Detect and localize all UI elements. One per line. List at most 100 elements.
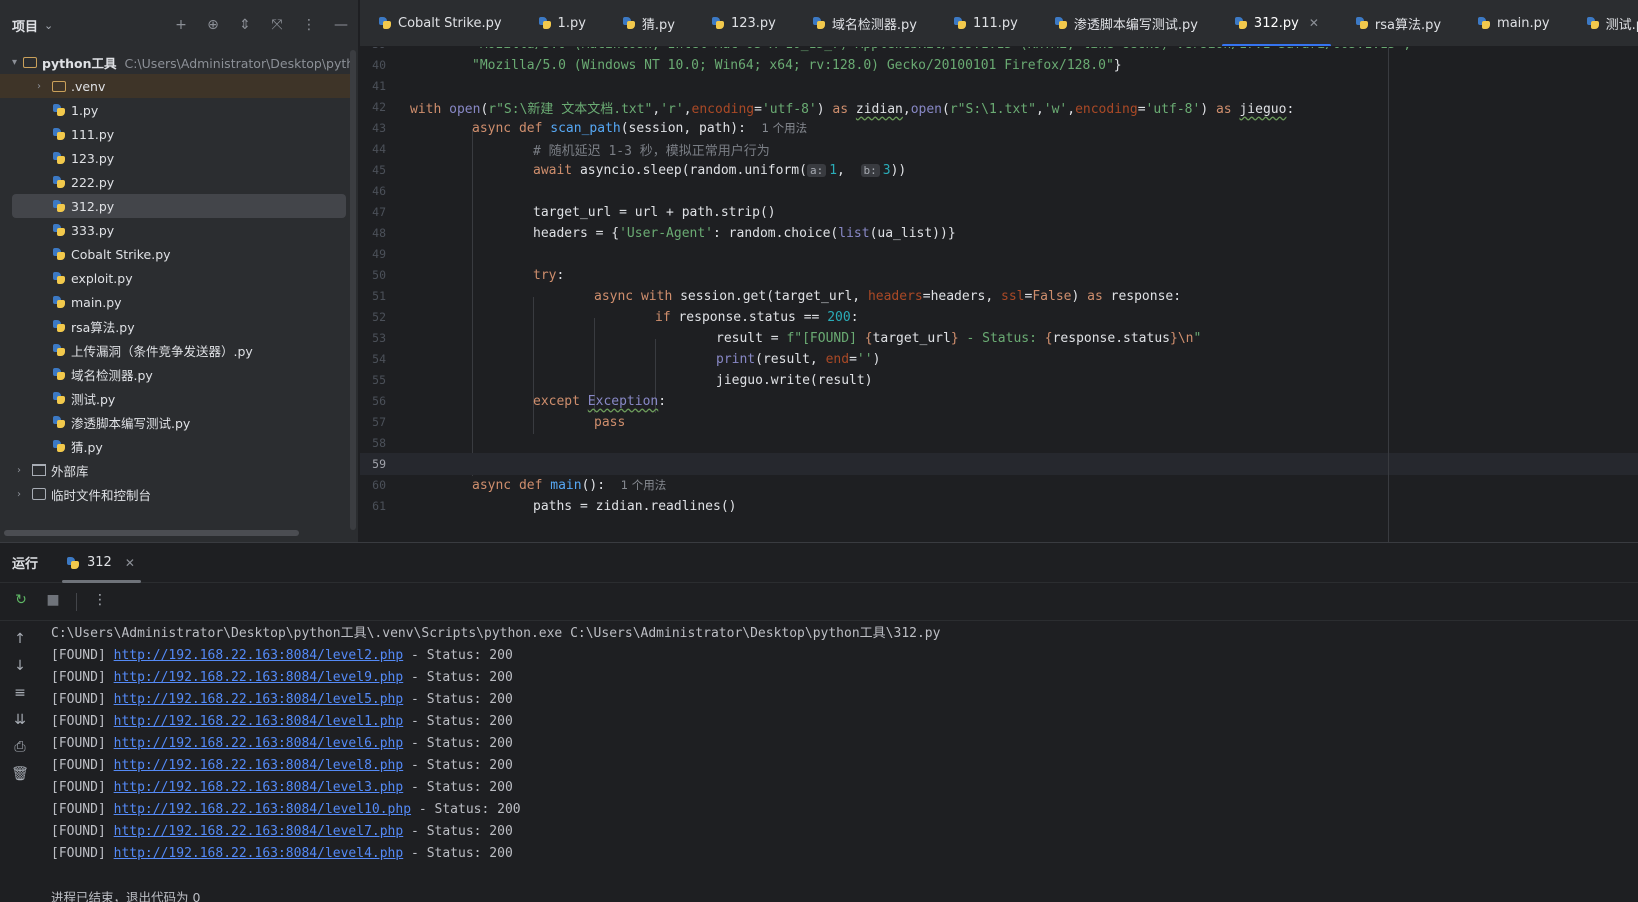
code-editor[interactable]: 39 "Mozilla/5.0 (Macintosh; Intel Mac OS … bbox=[360, 47, 1638, 542]
line-number[interactable]: 58 bbox=[360, 436, 386, 450]
tree-item-file[interactable]: main.py bbox=[0, 290, 350, 314]
chevron-right-icon[interactable]: › bbox=[12, 489, 26, 500]
line-number[interactable]: 59 bbox=[360, 457, 386, 471]
project-title[interactable]: 项目 bbox=[12, 16, 38, 35]
line-number[interactable]: 49 bbox=[360, 247, 386, 261]
code-line[interactable]: 46 bbox=[360, 180, 1638, 202]
line-number[interactable]: 56 bbox=[360, 394, 386, 408]
tree-item-venv[interactable]: › .venv bbox=[0, 74, 350, 98]
chevron-down-icon[interactable]: ⌄ bbox=[44, 19, 53, 32]
rerun-icon[interactable]: ↻ bbox=[12, 592, 30, 612]
tree-root[interactable]: ▾ python工具 C:\Users\Administrator\Deskto… bbox=[0, 50, 350, 74]
arrow-down-icon[interactable]: ↓ bbox=[11, 658, 29, 678]
expand-all-icon[interactable]: ⇕ bbox=[236, 16, 254, 34]
code-line[interactable]: 56 except Exception: bbox=[360, 390, 1638, 412]
found-url-link[interactable]: http://192.168.22.163:8084/level1.php bbox=[114, 714, 404, 729]
tab-run-312[interactable]: 312 ✕ bbox=[62, 543, 141, 583]
tab-rsa[interactable]: rsa算法.py bbox=[1337, 0, 1459, 46]
code-line[interactable]: 54 print(result, end='') bbox=[360, 348, 1638, 370]
tree-item-file[interactable]: exploit.py bbox=[0, 266, 350, 290]
tree-item-file[interactable]: 域名检测器.py bbox=[0, 362, 350, 386]
line-number[interactable]: 61 bbox=[360, 499, 386, 513]
line-number[interactable]: 39 bbox=[360, 47, 386, 51]
print-icon[interactable]: ⎙ bbox=[11, 739, 29, 759]
collapse-all-icon[interactable]: ⤧ bbox=[268, 16, 286, 34]
tree-item-file[interactable]: 猜.py bbox=[0, 434, 350, 458]
found-url-link[interactable]: http://192.168.22.163:8084/level5.php bbox=[114, 692, 404, 707]
tree-item-file[interactable]: Cobalt Strike.py bbox=[0, 242, 350, 266]
tree-item-file[interactable]: 测试.py bbox=[0, 386, 350, 410]
tab-cobalt-strike[interactable]: Cobalt Strike.py bbox=[360, 0, 520, 46]
tree-item-file[interactable]: 222.py bbox=[0, 170, 350, 194]
tab-111[interactable]: 111.py bbox=[935, 0, 1036, 46]
more-options-icon[interactable]: ⋮ bbox=[300, 16, 318, 34]
close-icon[interactable]: ✕ bbox=[1309, 16, 1319, 30]
tree-item-file[interactable]: 333.py bbox=[0, 218, 350, 242]
code-line[interactable]: 45 await asyncio.sleep(random.uniform(a: 1… bbox=[360, 159, 1638, 181]
line-number[interactable]: 60 bbox=[360, 478, 386, 492]
tree-item-scratches[interactable]: › 临时文件和控制台 bbox=[0, 482, 350, 506]
more-options-icon[interactable]: ⋮ bbox=[91, 592, 109, 612]
line-number[interactable]: 51 bbox=[360, 289, 386, 303]
found-url-link[interactable]: http://192.168.22.163:8084/level2.php bbox=[114, 648, 404, 663]
line-number[interactable]: 54 bbox=[360, 352, 386, 366]
tree-item-file[interactable]: rsa算法.py bbox=[0, 314, 350, 338]
tab-123[interactable]: 123.py bbox=[693, 0, 794, 46]
line-number[interactable]: 50 bbox=[360, 268, 386, 282]
line-number[interactable]: 42 bbox=[360, 100, 386, 114]
line-number[interactable]: 48 bbox=[360, 226, 386, 240]
found-url-link[interactable]: http://192.168.22.163:8084/level8.php bbox=[114, 758, 404, 773]
line-number[interactable]: 40 bbox=[360, 58, 386, 72]
chevron-down-icon[interactable]: ▾ bbox=[12, 57, 17, 68]
tab-test[interactable]: 测试.py bbox=[1568, 0, 1638, 46]
trash-icon[interactable]: 🗑 bbox=[11, 766, 29, 786]
stop-icon[interactable]: ■ bbox=[44, 592, 62, 612]
code-line[interactable]: 43 async def scan_path(session, path): 1 … bbox=[360, 117, 1638, 139]
horizontal-scrollbar[interactable] bbox=[4, 530, 299, 536]
line-number[interactable]: 43 bbox=[360, 121, 386, 135]
chevron-right-icon[interactable]: › bbox=[12, 465, 26, 476]
code-line[interactable]: 59 bbox=[360, 453, 1638, 475]
code-line[interactable]: 48 headers = {'User-Agent': random.choice… bbox=[360, 222, 1638, 244]
tree-item-file-selected[interactable]: 312.py bbox=[12, 194, 346, 218]
found-url-link[interactable]: http://192.168.22.163:8084/level7.php bbox=[114, 824, 404, 839]
line-number[interactable]: 45 bbox=[360, 163, 386, 177]
line-number[interactable]: 44 bbox=[360, 142, 386, 156]
found-url-link[interactable]: http://192.168.22.163:8084/level3.php bbox=[114, 780, 404, 795]
found-url-link[interactable]: http://192.168.22.163:8084/level6.php bbox=[114, 736, 404, 751]
code-line[interactable]: 57 pass bbox=[360, 411, 1638, 433]
code-line[interactable]: 52 if response.status == 200: bbox=[360, 306, 1638, 328]
code-line[interactable]: 58 bbox=[360, 432, 1638, 454]
code-line[interactable]: 53 result = f"[FOUND] {target_url} - Stat… bbox=[360, 327, 1638, 349]
soft-wrap-icon[interactable]: ≡ bbox=[11, 685, 29, 705]
tree-item-file[interactable]: 1.py bbox=[0, 98, 350, 122]
code-line[interactable]: 55 jieguo.write(result) bbox=[360, 369, 1638, 391]
locate-icon[interactable]: ⊕ bbox=[204, 16, 222, 34]
found-url-link[interactable]: http://192.168.22.163:8084/level9.php bbox=[114, 670, 404, 685]
code-line[interactable]: 60 async def main(): 1 个用法 bbox=[360, 474, 1638, 496]
tab-312[interactable]: 312.py ✕ bbox=[1216, 0, 1337, 46]
tree-item-external-libs[interactable]: › 外部库 bbox=[0, 458, 350, 482]
tree-item-file[interactable]: 123.py bbox=[0, 146, 350, 170]
close-icon[interactable]: ✕ bbox=[125, 556, 135, 570]
line-number[interactable]: 41 bbox=[360, 79, 386, 93]
tab-guess[interactable]: 猜.py bbox=[604, 0, 693, 46]
code-line[interactable]: 40 "Mozilla/5.0 (Windows NT 10.0; Win64; … bbox=[360, 54, 1638, 76]
found-url-link[interactable]: http://192.168.22.163:8084/level10.php bbox=[114, 802, 411, 817]
tab-pentest-script[interactable]: 渗透脚本编写测试.py bbox=[1036, 0, 1216, 46]
line-number[interactable]: 47 bbox=[360, 205, 386, 219]
console-output[interactable]: C:\Users\Administrator\Desktop\python工具\… bbox=[51, 623, 1628, 902]
code-line[interactable]: 49 bbox=[360, 243, 1638, 265]
tab-main[interactable]: main.py bbox=[1459, 0, 1568, 46]
code-line[interactable]: 44 # 随机延迟 1-3 秒，模拟正常用户行为 bbox=[360, 138, 1638, 160]
code-line[interactable]: 51 async with session.get(target_url, hea… bbox=[360, 285, 1638, 307]
code-line[interactable]: 50 try: bbox=[360, 264, 1638, 286]
code-line[interactable]: 61 paths = zidian.readlines() bbox=[360, 495, 1638, 517]
line-number[interactable]: 55 bbox=[360, 373, 386, 387]
hide-panel-icon[interactable]: — bbox=[332, 16, 350, 34]
code-line[interactable]: 47 target_url = url + path.strip() bbox=[360, 201, 1638, 223]
new-file-icon[interactable]: + bbox=[172, 16, 190, 34]
line-number[interactable]: 53 bbox=[360, 331, 386, 345]
line-number[interactable]: 57 bbox=[360, 415, 386, 429]
scroll-to-end-icon[interactable]: ⇊ bbox=[11, 712, 29, 732]
